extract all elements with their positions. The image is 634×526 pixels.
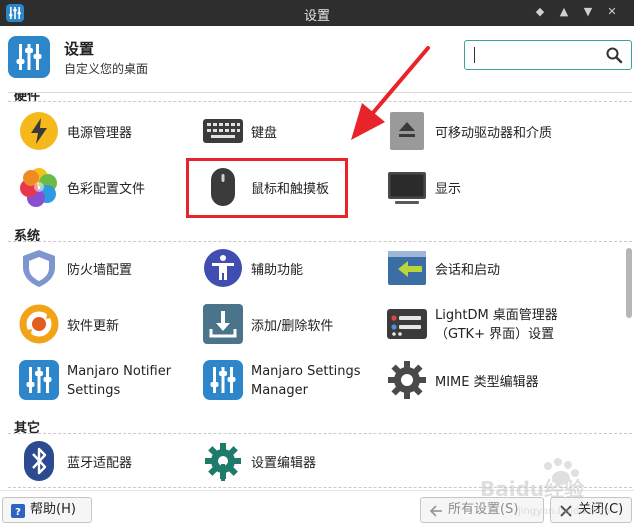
item-label: 会话和启动 [435,263,501,278]
window-close-icon[interactable]: ✕ [602,2,622,22]
item-label-line2: （GTK+ 界面）设置 [435,327,555,342]
settings-header: 设置 自定义您的桌面 [0,26,634,88]
item-label: Manjaro Notifier Settings [67,362,171,400]
highlight-box [186,158,348,218]
item-label: MIME 类型编辑器 [435,375,539,390]
window-titlebar: 设置 ◆ ▲ ▼ ✕ [0,0,634,26]
item-label: 软件更新 [67,319,120,334]
keyboard-icon [202,110,244,152]
svg-text:?: ? [15,507,21,518]
item-label: LightDM 桌面管理器 （GTK+ 界面）设置 [435,306,558,344]
item-manjaro-settings-manager[interactable]: Manjaro Settings Manager [202,355,382,405]
item-label: 色彩配置文件 [67,182,146,197]
window-minimize-icon[interactable]: ▼ [578,2,598,22]
search-icon[interactable] [605,46,623,64]
item-display[interactable]: 显示 [386,162,556,212]
item-mime-editor[interactable]: MIME 类型编辑器 [386,355,586,405]
item-label: 辅助功能 [251,263,304,278]
category-hardware-label: 硬件 [14,92,41,104]
item-settings-editor[interactable]: 设置编辑器 [202,436,372,486]
settings-editor-icon [202,440,244,482]
item-add-remove-software[interactable]: 添加/删除软件 [202,299,372,349]
category-divider [8,241,632,242]
item-software-update[interactable]: 软件更新 [18,299,188,349]
item-bluetooth[interactable]: 蓝牙适配器 [18,436,188,486]
item-session-startup[interactable]: 会话和启动 [386,243,556,293]
baidu-watermark: Baidu经验 jingyan.baidu.com [478,456,628,520]
item-label: 可移动驱动器和介质 [435,126,553,141]
display-icon [386,166,428,208]
item-label-line1: Manjaro Notifier [67,364,172,379]
item-lightdm-settings[interactable]: LightDM 桌面管理器 （GTK+ 界面）设置 [386,299,606,349]
item-color-profiles[interactable]: 色彩配置文件 [18,162,188,212]
bluetooth-icon [18,440,60,482]
window-shade-icon[interactable]: ▲ [554,2,574,22]
gear-icon [386,359,428,401]
help-button-label: 帮助(H) [30,502,76,517]
shield-icon [18,247,60,289]
settings-header-icon [8,36,50,78]
arrow-left-icon [429,503,443,517]
power-manager-icon [18,110,60,152]
item-firewall[interactable]: 防火墙配置 [18,243,188,293]
item-label: 设置编辑器 [251,456,317,471]
page-subtitle: 自定义您的桌面 [64,62,149,76]
item-power-manager[interactable]: 电源管理器 [18,106,188,156]
refresh-update-icon [18,303,60,345]
session-startup-icon [386,247,428,289]
category-divider [8,433,632,434]
accessibility-icon [202,247,244,289]
item-label: 防火墙配置 [67,263,133,278]
category-divider [8,101,632,102]
item-label: 电源管理器 [67,126,133,141]
item-label: 蓝牙适配器 [67,456,133,471]
item-removable-drives[interactable]: 可移动驱动器和介质 [386,106,616,156]
item-label-line2: Manager [251,383,308,398]
item-label: 键盘 [251,126,278,141]
watermark-text: Baidu经验 [480,477,584,501]
manjaro-notifier-icon [18,359,60,401]
item-label-line2: Settings [67,383,121,398]
window-sticky-icon[interactable]: ◆ [530,2,550,22]
item-label-line1: Manjaro Settings [251,364,361,379]
item-label: 显示 [435,182,462,197]
item-keyboard[interactable]: 键盘 [202,106,372,156]
eject-drive-icon [386,110,428,152]
vertical-scrollbar[interactable] [626,248,632,318]
download-icon [202,303,244,345]
text-caret [474,47,475,63]
color-profiles-icon [18,166,60,208]
lightdm-icon [386,303,428,345]
item-label-line1: LightDM 桌面管理器 [435,308,558,323]
help-icon: ? [11,503,25,518]
item-manjaro-notifier[interactable]: Manjaro Notifier Settings [18,355,188,405]
item-accessibility[interactable]: 辅助功能 [202,243,372,293]
item-label: 添加/删除软件 [251,319,334,334]
settings-panel: 硬件 电源管理器 键盘 可移动驱动器和介质 色彩配置文件 鼠标和触摸板 显示 系… [8,92,632,490]
item-label: Manjaro Settings Manager [251,362,360,400]
help-button[interactable]: ? 帮助(H) [2,497,92,523]
page-title: 设置 [64,40,95,58]
manjaro-settings-icon [202,359,244,401]
watermark-subtext: jingyan.baidu.com [517,506,610,517]
search-input[interactable] [464,40,632,70]
